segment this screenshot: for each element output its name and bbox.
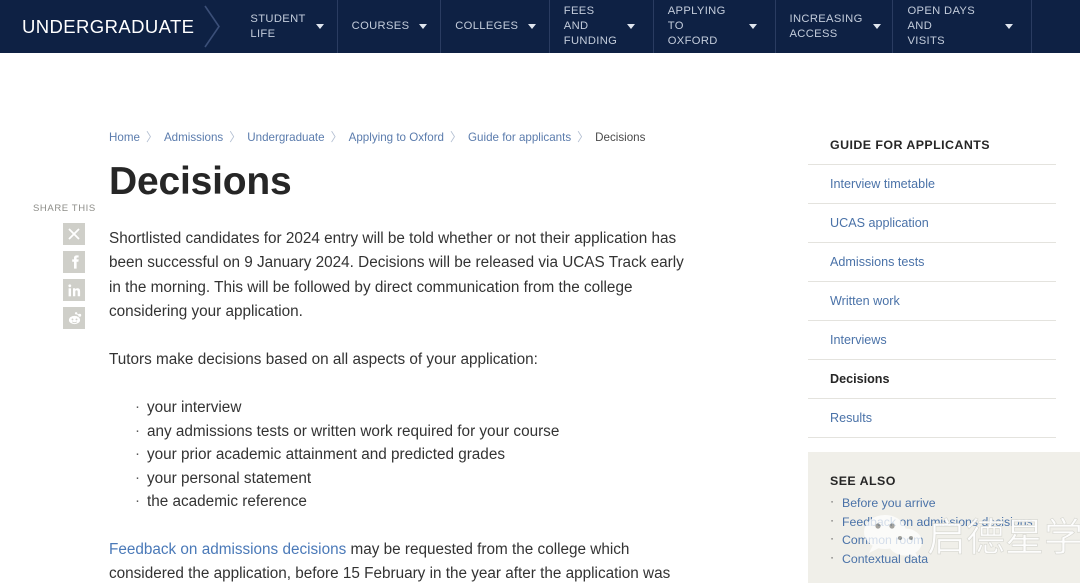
nav-item-label: FEES AND FUNDING	[563, 5, 618, 47]
facebook-icon[interactable]	[63, 251, 85, 273]
nav-item-courses[interactable]: COURSES	[336, 0, 441, 53]
nav-item-colleges[interactable]: COLLEGES	[440, 0, 549, 53]
aside-link-written-work[interactable]: Written work	[808, 282, 1056, 321]
nav-item-label: APPLYING TO OXFORD	[667, 5, 726, 47]
brand-undergraduate[interactable]: UNDERGRADUATE	[0, 0, 202, 53]
breadcrumb-separator-icon: 〉	[145, 130, 158, 144]
breadcrumb-separator-icon: 〉	[577, 130, 590, 144]
nav-item-label: COURSES	[351, 20, 410, 32]
caret-down-icon[interactable]	[315, 24, 324, 29]
caret-down-icon[interactable]	[627, 24, 636, 29]
nav-item-applying-to-oxford[interactable]: APPLYING TO OXFORD	[652, 0, 775, 53]
aside-link-interview-timetable[interactable]: Interview timetable	[808, 165, 1056, 204]
nav-item-fees-and-funding[interactable]: FEES AND FUNDING	[548, 0, 653, 53]
breadcrumb-item-guide-for-applicants[interactable]: Guide for applicants	[468, 131, 571, 144]
breadcrumb: Home 〉 Admissions 〉 Undergraduate 〉 Applying t…	[109, 129, 694, 146]
list-item: Common room	[830, 529, 1060, 550]
nav-tail-space	[1032, 0, 1080, 53]
share-rail: SHARE THIS	[33, 203, 103, 335]
caret-down-icon[interactable]	[419, 24, 428, 29]
nav-item-open-days-and-visits[interactable]: OPEN DAYS AND VISITS	[892, 0, 1031, 53]
linkedin-icon[interactable]	[63, 279, 85, 301]
nav-item-label: OPEN DAYS AND VISITS	[907, 5, 976, 47]
guide-for-applicants-panel: GUIDE FOR APPLICANTS Interview timetable…	[808, 130, 1056, 438]
nav-item-label: COLLEGES	[455, 20, 519, 32]
nav-item-increasing-access[interactable]: INCREASING ACCESS	[774, 0, 893, 53]
x-twitter-icon[interactable]	[63, 223, 85, 245]
caret-down-icon[interactable]	[1004, 24, 1013, 29]
list-item: your interview	[135, 396, 694, 420]
list-item: the academic reference	[135, 490, 694, 514]
list-item: any admissions tests or written work req…	[135, 419, 694, 444]
breadcrumb-separator-icon: 〉	[450, 130, 463, 144]
see-also-box: SEE ALSO Before you arrive Feedback on ad…	[808, 452, 1080, 583]
aside-link-results[interactable]: Results	[808, 399, 1056, 438]
nav-items: STUDENT LIFE COURSES COLLEGES FEES AND FUND…	[236, 0, 1031, 53]
see-also-link-contextual-data[interactable]: Contextual data	[842, 552, 928, 566]
list-item: Feedback on admissions decisions	[830, 511, 1060, 532]
breadcrumb-item-home[interactable]: Home	[109, 131, 140, 144]
aside-link-ucas-application[interactable]: UCAS application	[808, 204, 1056, 243]
list-item: your prior academic attainment and predi…	[135, 443, 694, 467]
page-root: UNDERGRADUATE STUDENT LIFE COURSES COLLEGE…	[0, 0, 1080, 583]
see-also-link-common-room[interactable]: Common room	[842, 533, 923, 547]
feedback-paragraph: Feedback on admissions decisions may be …	[109, 538, 694, 583]
top-navigation-bar: UNDERGRADUATE STUDENT LIFE COURSES COLLEGE…	[0, 0, 1080, 53]
main-content: Home 〉 Admissions 〉 Undergraduate 〉 Applying t…	[109, 129, 694, 583]
see-also-link-feedback-on-admissions-decisions[interactable]: Feedback on admissions decisions	[842, 515, 1033, 529]
caret-down-icon[interactable]	[528, 24, 537, 29]
intro-paragraph: Shortlisted candidates for 2024 entry wi…	[109, 230, 684, 320]
decision-factors-list: your interviewany admissions tests or wr…	[109, 396, 694, 514]
page-title: Decisions	[109, 160, 292, 203]
breadcrumb-current: Decisions	[595, 131, 646, 144]
aside-link-interviews[interactable]: Interviews	[808, 321, 1056, 360]
caret-down-icon[interactable]	[872, 24, 881, 29]
breadcrumb-item-undergraduate[interactable]: Undergraduate	[247, 131, 324, 144]
aside-link-list: Interview timetable UCAS application Admis…	[808, 164, 1056, 438]
reddit-icon[interactable]	[63, 307, 85, 329]
breadcrumb-separator-icon: 〉	[229, 130, 242, 144]
tutors-paragraph: Tutors make decisions based on all aspec…	[109, 351, 538, 369]
list-item: Contextual data	[830, 548, 1060, 569]
nav-item-label: STUDENT LIFE	[250, 12, 306, 40]
see-also-title: SEE ALSO	[830, 474, 896, 488]
aside-panel-title: GUIDE FOR APPLICANTS	[830, 138, 990, 152]
breadcrumb-item-admissions[interactable]: Admissions	[164, 131, 223, 144]
list-item: your personal statement	[135, 466, 694, 491]
aside-link-admissions-tests[interactable]: Admissions tests	[808, 243, 1056, 282]
chevron-right-icon	[202, 0, 236, 53]
breadcrumb-separator-icon: 〉	[330, 130, 343, 144]
see-also-link-before-you-arrive[interactable]: Before you arrive	[842, 496, 936, 510]
nav-item-student-life[interactable]: STUDENT LIFE	[236, 0, 336, 53]
see-also-list: Before you arrive Feedback on admissions …	[830, 492, 1060, 569]
list-item: Before you arrive	[830, 492, 1060, 513]
nav-item-label: INCREASING ACCESS	[789, 12, 863, 40]
share-this-label: SHARE THIS	[33, 203, 96, 214]
breadcrumb-item-applying-to-oxford[interactable]: Applying to Oxford	[349, 131, 444, 144]
brand-label: UNDERGRADUATE	[22, 15, 195, 37]
aside-link-decisions[interactable]: Decisions	[808, 360, 1056, 399]
caret-down-icon[interactable]	[748, 24, 757, 29]
feedback-on-admissions-decisions-link[interactable]: Feedback on admissions decisions	[109, 541, 346, 558]
